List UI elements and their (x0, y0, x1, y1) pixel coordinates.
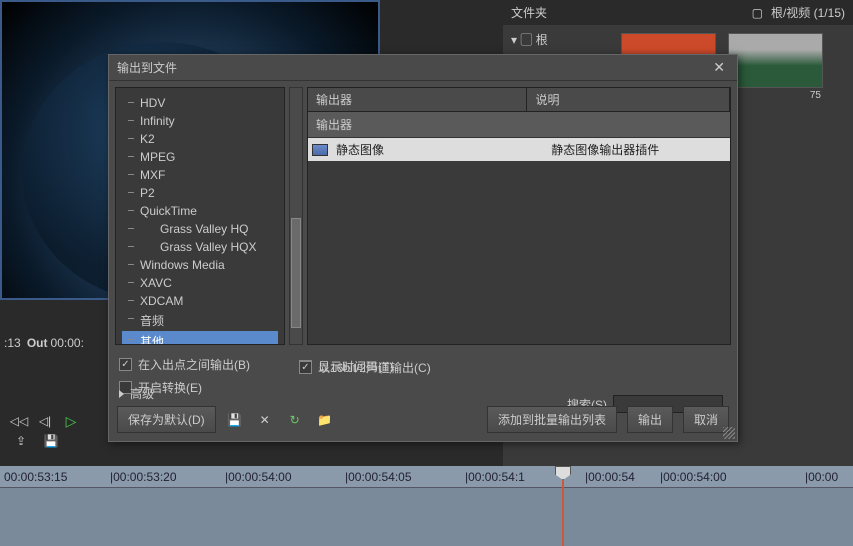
resize-grip[interactable] (723, 427, 735, 439)
export-dialog: 输出到文件 ✕ HDV Infinity K2 MPEG MXF P2 Quic… (108, 54, 738, 442)
refresh-icon[interactable]: ↻ (284, 409, 306, 431)
timeline-ruler[interactable]: 00:00:53:15 |00:00:53:20 |00:00:54:00 |0… (0, 466, 853, 488)
tree-subitem[interactable]: Grass Valley HQ (122, 220, 278, 238)
tree-item[interactable]: MXF (122, 166, 278, 184)
scrollbar[interactable] (289, 87, 303, 345)
tree-item[interactable]: HDV (122, 94, 278, 112)
exporter-icon (312, 144, 328, 156)
tree-item[interactable]: K2 (122, 130, 278, 148)
playhead-line (562, 480, 564, 546)
tree-item[interactable]: 音频 (122, 310, 278, 331)
save-default-button[interactable]: 保存为默认(D) (117, 406, 216, 433)
tree-item[interactable]: MPEG (122, 148, 278, 166)
add-batch-button[interactable]: 添加到批量输出列表 (487, 406, 617, 433)
timeline-tracks[interactable] (0, 488, 853, 546)
tree-item[interactable]: XAVC (122, 274, 278, 292)
tree-item[interactable]: Infinity (122, 112, 278, 130)
panel-tabs: 文件夹 ▢ 根/视频 (1/15) (503, 0, 853, 25)
tree-item[interactable]: Windows Media (122, 256, 278, 274)
column-description[interactable]: 说明 (527, 88, 730, 111)
save-icon[interactable]: 💾 (40, 430, 62, 452)
checkbox-audio[interactable]: ✓ (299, 361, 312, 374)
scrollbar-thumb[interactable] (291, 218, 301, 328)
tree-item[interactable]: QuickTime (122, 202, 278, 220)
tree-subitem[interactable]: Grass Valley HQX (122, 238, 278, 256)
lower-toolbar: ⇪ 💾 (0, 428, 108, 454)
list-row[interactable]: 静态图像 静态图像输出器插件 (308, 138, 730, 161)
tree-item[interactable]: P2 (122, 184, 278, 202)
list-header: 输出器 说明 (308, 88, 730, 112)
playhead-handle[interactable] (555, 466, 571, 480)
list-subheader: 输出器 (308, 112, 730, 138)
column-exporter[interactable]: 输出器 (308, 88, 527, 111)
chevron-right-icon (119, 390, 124, 398)
format-tree[interactable]: HDV Infinity K2 MPEG MXF P2 QuickTime Gr… (115, 87, 285, 345)
close-icon[interactable]: ✕ (709, 59, 729, 76)
checkbox-inout[interactable]: ✓ (119, 358, 132, 371)
tree-item-selected[interactable]: 其他 (122, 331, 278, 345)
timeline[interactable]: 00:00:53:15 |00:00:53:20 |00:00:54:00 |0… (0, 466, 853, 546)
timecode-display: :13 Out 00:00: (0, 332, 88, 354)
tree-item[interactable]: XDCAM (122, 292, 278, 310)
dialog-titlebar: 输出到文件 ✕ (109, 55, 737, 81)
export-options: ✓ 在入出点之间输出(B) 开启转换(E) 显示时间码(T) ✓ 以16bit/… (109, 351, 737, 381)
dialog-footer: 保存为默认(D) 💾 ✕ ↻ 📁 添加到批量输出列表 输出 取消 (117, 406, 729, 433)
dialog-title-text: 输出到文件 (117, 59, 177, 76)
export-icon[interactable]: ⇪ (10, 430, 32, 452)
clip-thumbnail[interactable]: 75 (728, 33, 823, 118)
tab-video[interactable]: 根/视频 (1/15) (771, 4, 845, 21)
folder-icon[interactable]: 📁 (314, 409, 336, 431)
exporter-list: 输出器 说明 输出器 静态图像 静态图像输出器插件 (307, 87, 731, 345)
tab-folder[interactable]: 文件夹 (511, 4, 547, 21)
output-button[interactable]: 输出 (627, 406, 673, 433)
delete-icon[interactable]: ✕ (254, 409, 276, 431)
disk-icon[interactable]: 💾 (224, 409, 246, 431)
playhead[interactable] (555, 466, 571, 546)
